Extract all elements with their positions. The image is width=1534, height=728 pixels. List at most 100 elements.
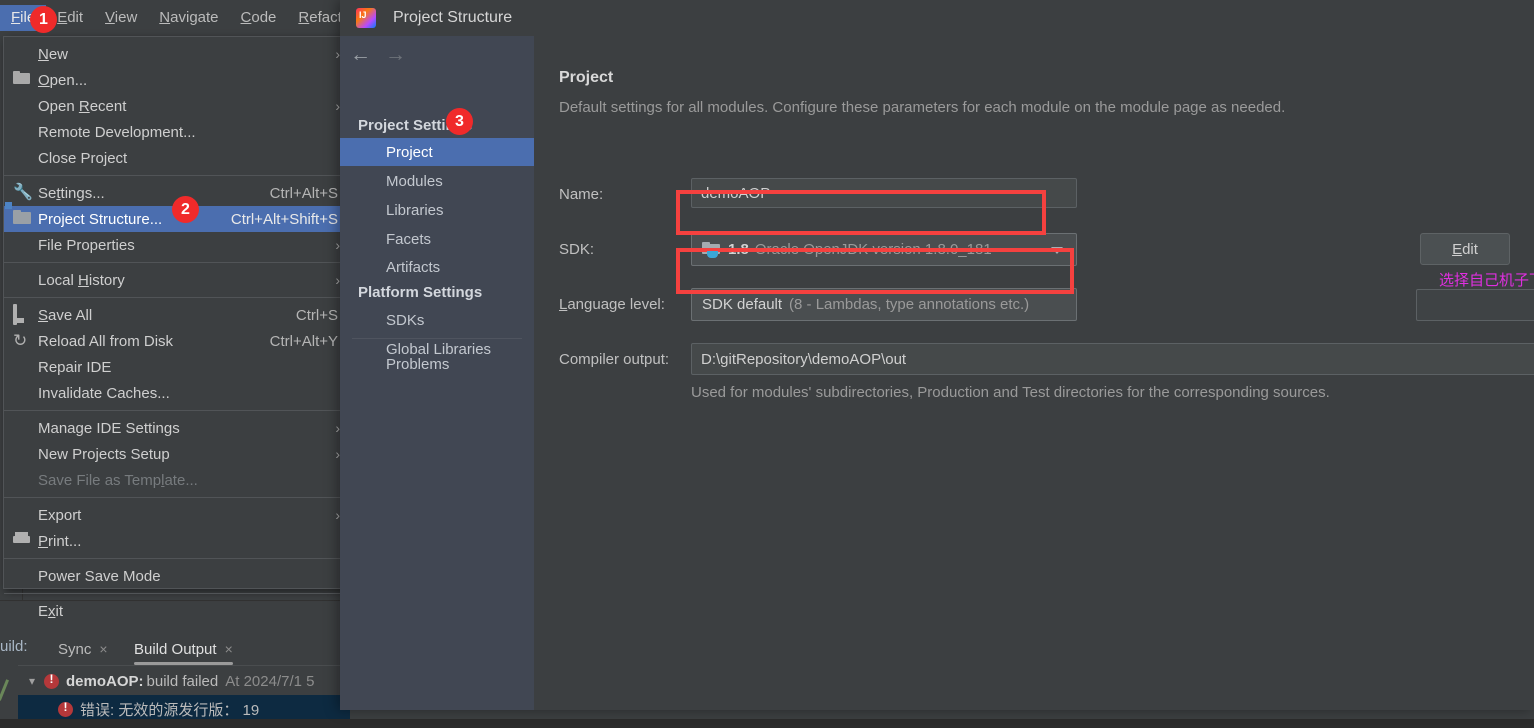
sidebar-item-modules[interactable]: Modules [340, 167, 534, 195]
table-row[interactable]: ▾ demoAOP: build failed At 2024/7/1 5 [24, 667, 315, 695]
language-level-secondary-combobox[interactable] [1416, 289, 1534, 321]
step-badge-3: 3 [446, 108, 473, 135]
sidebar-item-label: Artifacts [386, 258, 441, 276]
dialog-sidebar: ← → Project Settings Project Modules Lib… [340, 36, 535, 710]
sidebar-item-sdks[interactable]: SDKs [340, 306, 534, 334]
menu-item-local-history-label: Local History [38, 271, 125, 289]
menu-item-export-label: Export [38, 506, 82, 524]
sidebar-item-problems[interactable]: Problems [340, 350, 534, 378]
sidebar-item-project[interactable]: Project [340, 138, 534, 166]
menu-item-close-project[interactable]: Close Project [4, 145, 350, 171]
build-row-timestamp: At 2024/7/1 5 [225, 672, 315, 690]
menu-item-exit-label: Exit [38, 602, 64, 620]
menu-item-reload-all-from-disk-accel: Ctrl+Alt+Y [269, 332, 338, 350]
menu-item-print[interactable]: Print... [4, 528, 350, 554]
project-structure-dialog: Project Structure ← → Project Settings P… [340, 0, 1534, 710]
menu-item-save-all-label: Save All [38, 306, 93, 324]
step-badge-1: 1 [30, 6, 57, 33]
language-level-detail: (8 - Lambdas, type annotations etc.) [789, 296, 1030, 313]
sidebar-group-platform-settings: Platform Settings [358, 284, 483, 301]
wrench-icon: 🔧 [13, 184, 33, 201]
compiler-output-input[interactable]: D:\gitRepository\demoAOP\out [691, 343, 1534, 375]
menu-item-power-save-mode-label: Power Save Mode [38, 567, 161, 585]
close-icon[interactable]: × [225, 641, 233, 657]
menu-item-open-recent[interactable]: Open Recent › [4, 93, 350, 119]
menu-item-manage-ide-settings-label: Manage IDE Settings [38, 419, 180, 437]
sidebar-item-libraries[interactable]: Libraries [340, 196, 534, 224]
menu-item-project-structure-label: Project Structure... [38, 210, 163, 228]
menu-separator [4, 297, 350, 298]
folder-icon [13, 71, 31, 89]
sdk-combobox[interactable]: 1.8 Oracle OpenJDK version 1.8.0_181 [691, 233, 1077, 266]
menu-separator [4, 497, 350, 498]
sidebar-item-label: Modules [386, 172, 443, 190]
menu-item-reload-all-from-disk[interactable]: ↻ Reload All from Disk Ctrl+Alt+Y [4, 328, 350, 354]
edit-sdk-button[interactable]: Edit [1420, 233, 1510, 265]
menu-item-settings-accel: Ctrl+Alt+S [269, 184, 338, 202]
dialog-title: Project Structure [393, 9, 513, 26]
sidebar-item-facets[interactable]: Facets [340, 225, 534, 253]
menu-item-exit[interactable]: Exit [4, 598, 350, 624]
menu-separator [4, 410, 350, 411]
sidebar-item-label: Facets [386, 230, 432, 248]
save-icon [13, 304, 31, 325]
error-icon [58, 700, 73, 717]
menu-item-repair-ide[interactable]: Repair IDE [4, 354, 350, 380]
build-row-message: 错误: 无效的源发行版： 19 [80, 701, 260, 719]
build-tab-sync-label: Sync [58, 640, 92, 658]
project-structure-icon [5, 202, 31, 228]
menu-item-save-file-as-template: Save File as Template... [4, 467, 350, 493]
menu-item-export[interactable]: Export › [4, 502, 350, 528]
menu-item-save-file-as-template-label: Save File as Template... [38, 471, 198, 489]
name-label: Name: [559, 186, 604, 203]
build-row-status: build failed [146, 672, 219, 690]
menu-navigate[interactable]: Navigate [148, 5, 229, 31]
menu-item-remote-development-label: Remote Development... [38, 123, 196, 141]
intellij-logo-icon [356, 8, 376, 28]
chevron-down-icon[interactable] [1051, 246, 1063, 254]
step-badge-2: 2 [172, 196, 199, 223]
file-menu-popup: New › Open... Open Recent › Remote Devel… [3, 36, 351, 620]
status-bar [0, 719, 1534, 728]
menu-item-file-properties[interactable]: File Properties › [4, 232, 350, 258]
language-level-combobox[interactable]: SDK default (8 - Lambdas, type annotatio… [691, 288, 1077, 321]
menu-item-open[interactable]: Open... [4, 67, 350, 93]
annotation-text-jdk: 选择自己机子下的jdk [1439, 272, 1534, 289]
menu-view[interactable]: View [94, 5, 148, 31]
menu-item-invalidate-caches[interactable]: Invalidate Caches... [4, 380, 350, 406]
menu-item-close-project-label: Close Project [38, 149, 128, 167]
build-tab-sync[interactable]: Sync × [52, 635, 114, 663]
compiler-output-hint: Used for modules' subdirectories, Produc… [691, 384, 1330, 401]
edit-sdk-button-label: Edit [1452, 240, 1478, 258]
sdk-label: SDK: [559, 241, 595, 258]
menu-item-settings-label: Settings... [38, 184, 105, 202]
menu-separator [4, 175, 350, 176]
back-arrow-icon[interactable]: ← [350, 44, 371, 66]
menu-item-repair-ide-label: Repair IDE [38, 358, 112, 376]
project-name-value: demoAOP [701, 184, 771, 202]
forward-arrow-icon[interactable]: → [385, 44, 406, 66]
build-tab-build-output[interactable]: Build Output × [128, 635, 239, 665]
menu-item-local-history[interactable]: Local History › [4, 267, 350, 293]
dialog-main-panel: Project Default settings for all modules… [534, 36, 1534, 710]
page-subtitle: Default settings for all modules. Config… [559, 99, 1286, 116]
chevron-down-icon[interactable]: ▾ [24, 674, 40, 688]
menu-item-remote-development[interactable]: Remote Development... [4, 119, 350, 145]
menu-item-new[interactable]: New › [4, 41, 350, 67]
sidebar-item-artifacts[interactable]: Artifacts [340, 253, 534, 281]
menu-item-new-projects-setup[interactable]: New Projects Setup › [4, 441, 350, 467]
project-name-input[interactable]: demoAOP [691, 178, 1077, 208]
sidebar-item-label: Problems [386, 355, 450, 373]
close-icon[interactable]: × [99, 641, 107, 657]
menu-code[interactable]: Code [230, 5, 288, 31]
menu-item-invalidate-caches-label: Invalidate Caches... [38, 384, 170, 402]
menu-item-save-all[interactable]: Save All Ctrl+S [4, 302, 350, 328]
menu-item-new-label: New [38, 45, 69, 63]
menu-item-manage-ide-settings[interactable]: Manage IDE Settings › [4, 415, 350, 441]
menu-item-file-properties-label: File Properties [38, 236, 135, 254]
dialog-title-bar: Project Structure [340, 0, 1534, 37]
menu-item-print-label: Print... [38, 532, 82, 550]
build-tab-build-output-label: Build Output [134, 640, 217, 658]
menu-item-power-save-mode[interactable]: Power Save Mode [4, 563, 350, 589]
build-window-label: Build: [0, 638, 28, 655]
